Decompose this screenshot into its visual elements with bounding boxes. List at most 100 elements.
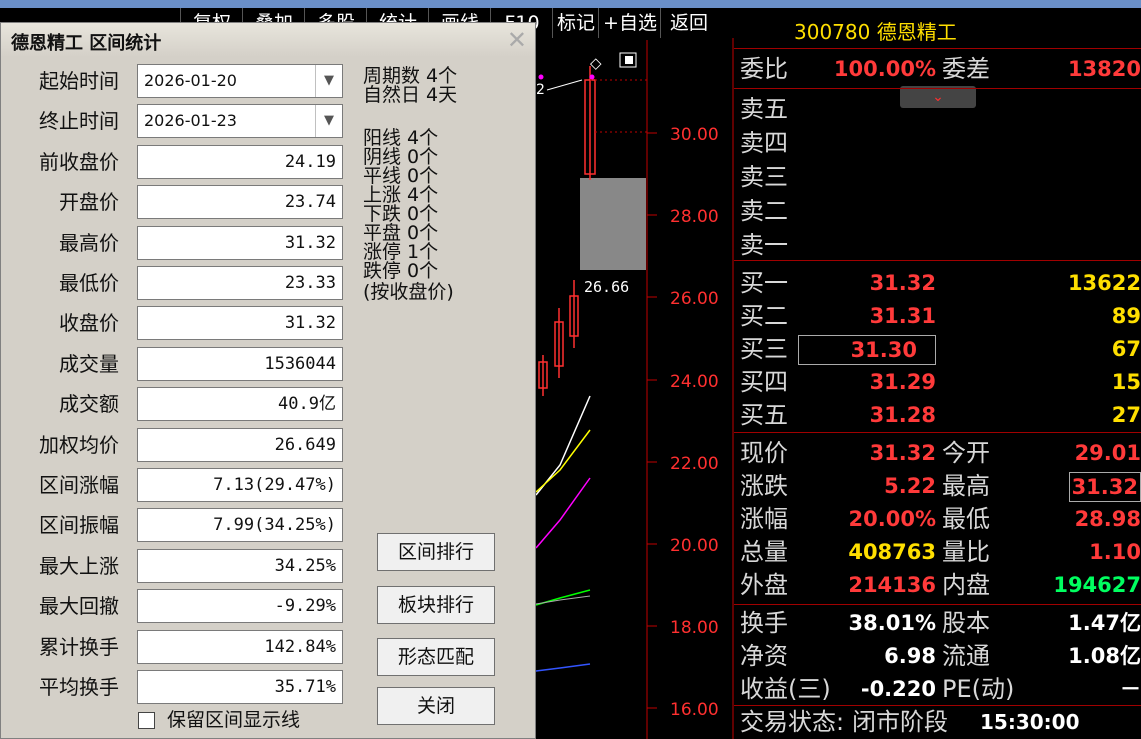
field-label: 最高价 bbox=[59, 231, 119, 255]
weibi-row: 委比 100.00% 委差 13820 bbox=[734, 52, 1141, 86]
quote-stat-value-2: 1.10 bbox=[1089, 540, 1141, 564]
weicha-label: 委差 bbox=[942, 55, 990, 83]
toolbar-button-8[interactable]: 返回 bbox=[660, 8, 717, 38]
field-value: 1536044 bbox=[137, 347, 343, 381]
quote-stat-value: 214136 bbox=[848, 573, 936, 597]
sell-level-label: 卖五 bbox=[740, 95, 788, 123]
field-label: 最大上涨 bbox=[39, 554, 119, 578]
field-label: 开盘价 bbox=[59, 190, 119, 214]
field-label: 成交量 bbox=[59, 352, 119, 376]
quote-stat-label-2: PE(动) bbox=[942, 675, 1015, 703]
quote-stat-value: 5.22 bbox=[884, 474, 936, 498]
highlight-box bbox=[580, 178, 646, 270]
field-label: 收盘价 bbox=[59, 311, 119, 335]
period-stat: (按收盘价) bbox=[363, 281, 454, 303]
period-stat: 阴线 0个 bbox=[363, 146, 439, 168]
stock-title: 300780 德恩精工 bbox=[794, 20, 957, 44]
quote-stat-row: 涨跌 5.22 最高 31.32 bbox=[734, 469, 1141, 503]
field-value: 34.25% bbox=[137, 549, 343, 583]
close-button[interactable]: 关闭 bbox=[377, 687, 495, 725]
field-label: 加权均价 bbox=[39, 433, 119, 457]
quote-stat-value: 6.98 bbox=[884, 644, 936, 668]
keep-interval-lines-checkbox[interactable] bbox=[138, 712, 155, 729]
sell-level-row[interactable]: 卖五 bbox=[734, 92, 1141, 126]
price-axis-label: 20.00 bbox=[670, 536, 719, 556]
field-label: 终止时间 bbox=[39, 109, 119, 133]
field-label: 最低价 bbox=[59, 271, 119, 295]
field-label: 平均换手 bbox=[39, 675, 119, 699]
price-axis-label: 30.00 bbox=[670, 125, 719, 145]
quote-stat-value-2: 31.32 bbox=[1068, 472, 1141, 502]
quote-stat-label: 总量 bbox=[740, 538, 788, 566]
field-label: 成交额 bbox=[59, 392, 119, 416]
sell-level-label: 卖二 bbox=[740, 197, 788, 225]
field-value: 23.74 bbox=[137, 185, 343, 219]
buy-level-price: 31.29 bbox=[869, 370, 936, 394]
buy-level-row[interactable]: 买一 31.32 13622 bbox=[734, 266, 1141, 300]
buy-level-volume: 13622 bbox=[1067, 271, 1141, 295]
quote-stat-row: 换手 38.01% 股本 1.47亿 bbox=[734, 606, 1141, 640]
buy-level-row[interactable]: 买五 31.28 27 bbox=[734, 398, 1141, 432]
field-label: 区间振幅 bbox=[39, 513, 119, 537]
interval-rank-button[interactable]: 区间排行 bbox=[377, 533, 495, 571]
field-value: 40.9亿 bbox=[137, 387, 343, 421]
quote-stat-label-2: 今开 bbox=[942, 439, 990, 467]
quote-stat-value: 31.32 bbox=[869, 441, 936, 465]
sell-level-row[interactable]: 卖一 bbox=[734, 228, 1141, 262]
sector-rank-button[interactable]: 板块排行 bbox=[377, 586, 495, 624]
field-label: 累计换手 bbox=[39, 635, 119, 659]
close-icon[interactable]: ✕ bbox=[507, 26, 527, 54]
quote-stat-value-2: 1.08亿 bbox=[1068, 644, 1141, 668]
buy-level-volume: 89 bbox=[1111, 304, 1141, 328]
start-date-select[interactable]: 2026-01-20 ▼ bbox=[137, 64, 343, 98]
end-date-select[interactable]: 2026-01-23 ▼ bbox=[137, 104, 343, 138]
trade-status-time: 15:30:00 bbox=[980, 710, 1080, 734]
quote-stat-label-2: 最高 bbox=[942, 472, 990, 500]
last-price-marker: 26.66 bbox=[584, 278, 629, 296]
date-value: 2026-01-20 bbox=[144, 71, 237, 90]
field-value: 7.13(29.47%) bbox=[137, 468, 343, 502]
field-value: 142.84% bbox=[137, 630, 343, 664]
buy-level-price: 31.31 bbox=[869, 304, 936, 328]
quote-stat-value-2: 1.47亿 bbox=[1068, 611, 1141, 635]
quote-stat-label: 涨幅 bbox=[740, 505, 788, 533]
chevron-down-icon[interactable]: ▼ bbox=[315, 105, 342, 137]
quote-stat-value: -0.220 bbox=[860, 677, 936, 701]
period-stat: 上涨 4个 bbox=[363, 184, 439, 206]
buy-level-volume: 15 bbox=[1111, 370, 1141, 394]
quote-stat-label-2: 最低 bbox=[942, 505, 990, 533]
buy-level-price: 31.30 bbox=[797, 335, 936, 365]
price-axis-label: 24.00 bbox=[670, 372, 719, 392]
buy-level-label: 买四 bbox=[740, 368, 788, 396]
quote-stat-label: 现价 bbox=[740, 439, 788, 467]
chevron-down-icon[interactable]: ▼ bbox=[315, 65, 342, 97]
pattern-match-button[interactable]: 形态匹配 bbox=[377, 638, 495, 676]
sell-level-row[interactable]: 卖二 bbox=[734, 194, 1141, 228]
buy-level-row[interactable]: 买三 31.30 67 bbox=[734, 332, 1141, 366]
buy-level-volume: 27 bbox=[1111, 403, 1141, 427]
quote-stat-row: 总量 408763 量比 1.10 bbox=[734, 535, 1141, 569]
field-label: 起始时间 bbox=[39, 69, 119, 93]
weibi-label: 委比 bbox=[740, 55, 788, 83]
period-stat: 自然日 4天 bbox=[363, 84, 458, 106]
buy-level-row[interactable]: 买四 31.29 15 bbox=[734, 365, 1141, 399]
field-label: 区间涨幅 bbox=[39, 473, 119, 497]
quote-stat-row: 外盘 214136 内盘 194627 bbox=[734, 568, 1141, 602]
dialog-titlebar[interactable]: 德恩精工 区间统计 ✕ bbox=[1, 23, 535, 57]
quote-stat-value: 408763 bbox=[848, 540, 936, 564]
quote-stat-label: 涨跌 bbox=[740, 472, 788, 500]
quote-stat-label-2: 内盘 bbox=[942, 571, 990, 599]
toolbar-button-7[interactable]: +自选 bbox=[598, 8, 661, 38]
sell-level-row[interactable]: 卖四 bbox=[734, 126, 1141, 160]
date-value: 2026-01-23 bbox=[144, 111, 237, 130]
field-label: 前收盘价 bbox=[39, 150, 119, 174]
sell-level-label: 卖三 bbox=[740, 163, 788, 191]
buy-level-price: 31.32 bbox=[869, 271, 936, 295]
toolbar-button-6[interactable]: 标记 bbox=[552, 8, 599, 38]
quote-stat-label: 净资 bbox=[740, 642, 788, 670]
weicha-value: 13820 bbox=[1067, 57, 1141, 81]
buy-level-row[interactable]: 买二 31.31 89 bbox=[734, 299, 1141, 333]
period-stat: 跌停 0个 bbox=[363, 260, 439, 282]
period-stat: 涨停 1个 bbox=[363, 241, 439, 263]
sell-level-row[interactable]: 卖三 bbox=[734, 160, 1141, 194]
